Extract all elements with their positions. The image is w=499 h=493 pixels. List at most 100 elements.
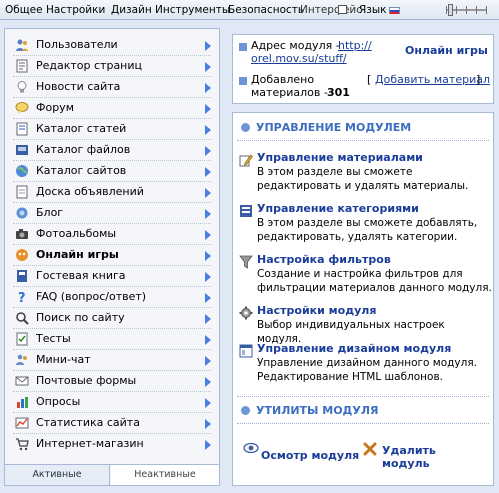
slider-thumb[interactable] xyxy=(448,4,453,16)
filter-icon xyxy=(239,255,253,269)
articles-icon xyxy=(16,122,28,136)
russian-flag-icon[interactable] xyxy=(389,7,400,14)
sidebar-item-users[interactable]: Пользователи xyxy=(5,35,219,56)
forum-icon xyxy=(15,102,29,114)
stats-icon xyxy=(15,417,29,429)
sidebar-item-faq[interactable]: ? FAQ (вопрос/ответ) xyxy=(5,287,219,308)
files-icon xyxy=(16,145,28,155)
top-menu-bar: Общее Настройки Дизайн Инструменты Безоп… xyxy=(0,0,499,20)
shop-cart-icon xyxy=(16,438,29,451)
page-editor-icon xyxy=(16,59,28,73)
menu-tools[interactable]: Инструменты xyxy=(155,4,230,16)
sidebar-item-label: Редактор страниц xyxy=(36,59,143,72)
sidebar-item-files[interactable]: Каталог файлов xyxy=(5,140,219,161)
chevron-right-icon xyxy=(205,83,211,93)
sites-globe-icon xyxy=(16,165,28,177)
sidebar-item-stats[interactable]: Статистика сайта xyxy=(5,413,219,434)
menu-language[interactable]: Язык xyxy=(359,4,387,16)
filter-settings-desc: Создание и настройка фильтров для фильтр… xyxy=(257,268,492,294)
sidebar-item-label: Доска объявлений xyxy=(36,185,144,198)
pencil-icon xyxy=(239,154,253,167)
sidebar-item-blog[interactable]: Блог xyxy=(5,203,219,224)
chevron-right-icon xyxy=(205,41,211,51)
bracket-open: [ xyxy=(367,73,372,86)
sidebar-item-label: Почтовые формы xyxy=(36,374,137,387)
sidebar-item-page-editor[interactable]: Редактор страниц xyxy=(5,56,219,77)
module-management-box: УПРАВЛЕНИЕ МОДУЛЕМ Управление материалам… xyxy=(232,112,494,486)
manage-materials-desc: В этом разделе вы сможете редактировать … xyxy=(257,166,469,192)
sidebar-item-label: Блог xyxy=(36,206,64,219)
games-icon xyxy=(16,249,28,261)
design-icon xyxy=(239,344,253,358)
sidebar-item-forum[interactable]: Форум xyxy=(5,98,219,119)
menu-interface[interactable]: Интерфейс xyxy=(300,4,362,16)
module-address-link-line2[interactable]: orel.mov.su/stuff/ xyxy=(251,52,347,65)
manage-design-link[interactable]: Управление дизайном модуля xyxy=(257,342,451,355)
chevron-right-icon xyxy=(205,419,211,429)
bracket-close: ] xyxy=(476,73,481,86)
filter-settings-link[interactable]: Настройка фильтров xyxy=(257,253,391,266)
sidebar-item-news[interactable]: Новости сайта xyxy=(5,77,219,98)
menu-settings[interactable]: Настройки xyxy=(46,4,105,16)
sidebar-item-label: Поиск по сайту xyxy=(36,311,125,324)
gear-icon xyxy=(239,306,253,320)
sidebar-item-polls[interactable]: Опросы xyxy=(5,392,219,413)
sidebar-item-shop[interactable]: Интернет-магазин xyxy=(5,434,219,455)
board-icon xyxy=(16,185,28,199)
menu-security[interactable]: Безопасность xyxy=(228,4,304,16)
manage-materials-link[interactable]: Управление материалами xyxy=(257,151,423,164)
chevron-right-icon xyxy=(205,167,211,177)
manage-categories-link[interactable]: Управление категориями xyxy=(257,202,419,215)
tests-icon xyxy=(16,332,28,346)
manage-categories-desc: В этом разделе вы сможете добавлять, ред… xyxy=(257,217,478,243)
interface-checkbox[interactable] xyxy=(338,5,347,14)
menu-design[interactable]: Дизайн xyxy=(111,4,152,16)
inspect-module-link[interactable]: Осмотр модуля xyxy=(261,449,359,462)
sidebar-item-online-games[interactable]: Онлайн игры xyxy=(5,245,219,266)
search-icon xyxy=(16,312,29,325)
sidebar-item-label: Мини-чат xyxy=(36,353,91,366)
sidebar-item-label: Онлайн игры xyxy=(36,248,119,261)
sidebar-item-label: Гостевая книга xyxy=(36,269,126,282)
sidebar-item-minichat[interactable]: Мини-чат xyxy=(5,350,219,371)
sidebar-item-search[interactable]: Поиск по сайту xyxy=(5,308,219,329)
sidebar-item-articles[interactable]: Каталог статей xyxy=(5,119,219,140)
section-manage-label: УПРАВЛЕНИЕ МОДУЛЕМ xyxy=(256,121,412,134)
section-manage-title: УПРАВЛЕНИЕ МОДУЛЕМ xyxy=(241,121,411,134)
sidebar-item-label: Каталог сайтов xyxy=(36,164,127,177)
sidebar-item-sites[interactable]: Каталог сайтов xyxy=(5,161,219,182)
sidebar-item-mail-forms[interactable]: Почтовые формы xyxy=(5,371,219,392)
tab-inactive-modules[interactable]: Неактивные xyxy=(111,465,219,485)
categories-icon xyxy=(240,205,252,217)
sidebar-item-guestbook[interactable]: Гостевая книга xyxy=(5,266,219,287)
sidebar-item-photo[interactable]: Фотоальбомы xyxy=(5,224,219,245)
add-material-link[interactable]: Добавить материал xyxy=(375,73,490,86)
sidebar-item-label: FAQ (вопрос/ответ) xyxy=(36,290,147,303)
sidebar-tabs: Активные Неактивные xyxy=(5,464,219,485)
camera-icon xyxy=(16,229,28,239)
section-bullet-icon xyxy=(241,123,250,132)
svg-text:?: ? xyxy=(18,291,26,304)
sidebar-item-board[interactable]: Доска объявлений xyxy=(5,182,219,203)
manage-design: Управление дизайном модуля Управление ди… xyxy=(239,342,489,384)
sidebar-item-label: Статистика сайта xyxy=(36,416,140,429)
chevron-right-icon xyxy=(205,293,211,303)
tab-active-modules[interactable]: Активные xyxy=(5,465,110,485)
chevron-right-icon xyxy=(205,230,211,240)
chevron-right-icon xyxy=(205,314,211,324)
section-utils-title: УТИЛИТЫ МОДУЛЯ xyxy=(241,404,378,417)
section-utils-label: УТИЛИТЫ МОДУЛЯ xyxy=(256,404,379,417)
guestbook-icon xyxy=(17,270,27,282)
sidebar-item-tests[interactable]: Тесты xyxy=(5,329,219,350)
chevron-right-icon xyxy=(205,398,211,408)
module-settings-link[interactable]: Настройки модуля xyxy=(257,304,376,317)
chevron-right-icon xyxy=(205,251,211,261)
bullet-icon xyxy=(239,77,247,85)
menu-general[interactable]: Общее xyxy=(5,4,43,16)
added-label-line2: материалов - xyxy=(251,86,328,99)
delete-module-link-line1[interactable]: Удалить xyxy=(382,444,436,457)
manage-categories: Управление категориями В этом разделе вы… xyxy=(239,202,489,244)
delete-module-link-line2[interactable]: модуль xyxy=(382,457,430,470)
module-address-link-line1[interactable]: http:// xyxy=(338,39,372,52)
zoom-slider[interactable] xyxy=(440,4,492,16)
